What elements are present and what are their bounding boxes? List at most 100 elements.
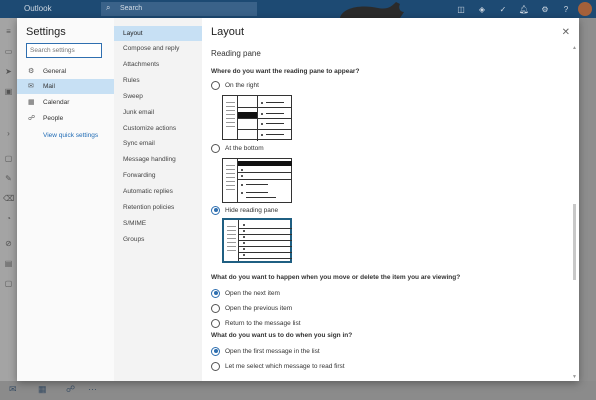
mail-icon: ✉ bbox=[28, 83, 34, 90]
calendar-icon: ▦ bbox=[28, 99, 35, 106]
radio-label: At the bottom bbox=[225, 144, 264, 152]
search-icon: ⌕ bbox=[106, 3, 111, 12]
radio-open-next-item[interactable]: Open the next item bbox=[211, 288, 280, 298]
reading-pane-heading: Reading pane bbox=[211, 49, 261, 58]
section-smime[interactable]: S/MIME bbox=[114, 216, 202, 231]
section-compose-and-reply[interactable]: Compose and reply bbox=[114, 41, 202, 56]
settings-categories-pane: Settings ⚙ General ✉ Mail ▦ Calendar ☍ P… bbox=[17, 18, 114, 381]
view-quick-settings-link[interactable]: View quick settings bbox=[43, 132, 98, 139]
pencil-icon[interactable]: ✎ bbox=[3, 173, 14, 184]
whale-illustration-icon bbox=[340, 2, 404, 18]
section-groups[interactable]: Groups bbox=[114, 232, 202, 247]
preview-hide-reading-pane[interactable] bbox=[222, 218, 292, 263]
category-mail[interactable]: ✉ Mail bbox=[17, 79, 114, 94]
chevron-icon[interactable]: › bbox=[3, 128, 14, 139]
mail-sections-pane: Layout Compose and reply Attachments Rul… bbox=[114, 18, 202, 381]
settings-dialog: Settings ⚙ General ✉ Mail ▦ Calendar ☍ P… bbox=[17, 18, 579, 381]
section-retention-policies[interactable]: Retention policies bbox=[114, 200, 202, 215]
send-icon[interactable]: ➤ bbox=[3, 66, 14, 77]
close-icon[interactable]: ✕ bbox=[562, 27, 570, 38]
section-label: Compose and reply bbox=[123, 45, 180, 52]
clock-icon[interactable]: ◔ bbox=[3, 213, 14, 224]
section-automatic-replies[interactable]: Automatic replies bbox=[114, 184, 202, 199]
category-label: Calendar bbox=[43, 99, 70, 106]
radio-open-first-message[interactable]: Open the first message in the list bbox=[211, 346, 320, 356]
section-label: Sweep bbox=[123, 93, 143, 100]
section-message-handling[interactable]: Message handling bbox=[114, 152, 202, 167]
feedback-icon[interactable]: ◈ bbox=[476, 3, 488, 15]
category-label: Mail bbox=[43, 83, 55, 90]
global-search[interactable]: ⌕ Search bbox=[101, 2, 257, 16]
todo-icon[interactable]: ✓ bbox=[497, 3, 509, 15]
preview-reading-pane-bottom[interactable] bbox=[222, 158, 292, 203]
radio-return-to-list[interactable]: Return to the message list bbox=[211, 318, 301, 328]
category-calendar[interactable]: ▦ Calendar bbox=[17, 95, 114, 110]
left-rail: ≡ ▭ ➤ ▣ › ▢ ✎ ⌫ ◔ ⊘ ▤ ▢ bbox=[0, 18, 17, 400]
radio-hide-reading-pane[interactable]: Hide reading pane bbox=[211, 205, 278, 215]
radio-label: Let me select which message to read firs… bbox=[225, 362, 345, 370]
settings-search-input[interactable] bbox=[26, 43, 102, 58]
radio-circle bbox=[211, 303, 220, 313]
section-label: Junk email bbox=[123, 109, 155, 116]
settings-title: Settings bbox=[26, 26, 66, 38]
section-label: Automatic replies bbox=[123, 188, 173, 195]
category-people[interactable]: ☍ People bbox=[17, 111, 114, 126]
radio-let-me-select[interactable]: Let me select which message to read firs… bbox=[211, 361, 345, 371]
section-rules[interactable]: Rules bbox=[114, 73, 202, 88]
radio-reading-pane-right[interactable]: On the right bbox=[211, 80, 259, 90]
category-label: General bbox=[43, 68, 67, 75]
delete-icon[interactable]: ⌫ bbox=[3, 193, 14, 204]
section-layout[interactable]: Layout bbox=[114, 26, 202, 41]
radio-open-previous-item[interactable]: Open the previous item bbox=[211, 303, 292, 313]
more-apps-icon[interactable]: ··· bbox=[88, 384, 97, 394]
radio-circle bbox=[211, 346, 220, 356]
section-label: S/MIME bbox=[123, 220, 147, 227]
radio-reading-pane-bottom[interactable]: At the bottom bbox=[211, 143, 264, 153]
chat-icon[interactable]: ▢ bbox=[3, 278, 14, 289]
radio-circle bbox=[211, 80, 220, 90]
radio-label: Open the first message in the list bbox=[225, 347, 320, 355]
folder-icon[interactable]: ▢ bbox=[3, 153, 14, 164]
skype-icon[interactable]: ◫ bbox=[455, 3, 467, 15]
settings-gear-icon[interactable]: ⚙ bbox=[539, 3, 551, 15]
calendar-module-icon[interactable]: ▦ bbox=[38, 384, 47, 395]
section-junk-email[interactable]: Junk email bbox=[114, 105, 202, 120]
section-sync-email[interactable]: Sync email bbox=[114, 136, 202, 151]
global-search-placeholder: Search bbox=[120, 5, 143, 12]
notes-icon[interactable]: ▤ bbox=[3, 258, 14, 269]
section-customize-actions[interactable]: Customize actions bbox=[114, 121, 202, 136]
menu-icon[interactable]: ≡ bbox=[3, 26, 14, 37]
people-module-icon[interactable]: ☍ bbox=[66, 384, 75, 395]
module-switcher: ✉ ▦ ☍ ··· bbox=[0, 381, 596, 400]
section-attachments[interactable]: Attachments bbox=[114, 57, 202, 72]
scroll-up-icon[interactable]: ▲ bbox=[572, 45, 577, 51]
scroll-down-icon[interactable]: ▼ bbox=[572, 374, 577, 380]
radio-label: Open the next item bbox=[225, 289, 280, 297]
inbox-icon[interactable]: ▭ bbox=[3, 46, 14, 57]
move-delete-question: What do you want to happen when you move… bbox=[211, 274, 461, 281]
app-brand: Outlook bbox=[24, 4, 52, 13]
section-label: Customize actions bbox=[123, 125, 177, 132]
layout-settings-pane: Layout ✕ ▲ ▼ Reading pane Where do you w… bbox=[202, 18, 579, 381]
page-title: Layout bbox=[211, 26, 245, 38]
preview-reading-pane-right[interactable] bbox=[222, 95, 292, 141]
section-label: Message handling bbox=[123, 156, 176, 163]
section-forwarding[interactable]: Forwarding bbox=[114, 168, 202, 183]
section-label: Sync email bbox=[123, 140, 155, 147]
radio-circle bbox=[211, 143, 220, 153]
radio-circle bbox=[211, 288, 220, 298]
section-label: Attachments bbox=[123, 61, 160, 68]
app-header: Outlook ⌕ Search ◫ ◈ ✓ 🔔︎ ⚙ ? bbox=[0, 0, 596, 18]
radio-label: Hide reading pane bbox=[225, 206, 279, 214]
help-icon[interactable]: ? bbox=[560, 3, 572, 15]
section-label: Layout bbox=[123, 30, 143, 37]
radio-label: Open the previous item bbox=[225, 304, 293, 312]
category-general[interactable]: ⚙ General bbox=[17, 64, 114, 79]
notifications-icon[interactable]: 🔔︎ bbox=[518, 3, 530, 15]
section-sweep[interactable]: Sweep bbox=[114, 89, 202, 104]
mail-module-icon[interactable]: ✉ bbox=[9, 384, 17, 395]
avatar[interactable] bbox=[578, 2, 592, 16]
archive-icon[interactable]: ▣ bbox=[3, 86, 14, 97]
scrollbar-thumb[interactable] bbox=[573, 204, 576, 280]
block-icon[interactable]: ⊘ bbox=[3, 238, 14, 249]
